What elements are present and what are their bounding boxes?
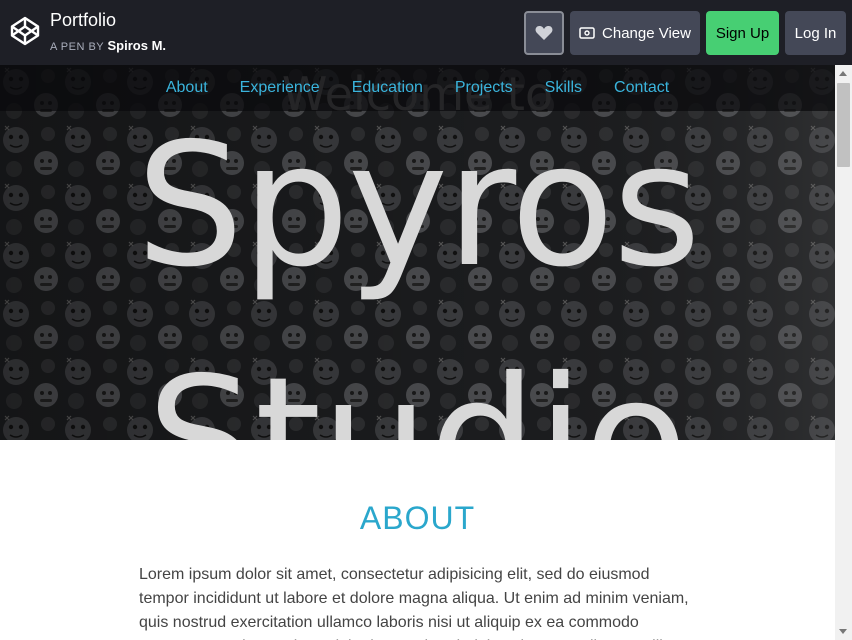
hero-name-text: Spyros — [135, 107, 701, 305]
scroll-down-arrow-icon[interactable] — [839, 629, 847, 634]
scroll-up-arrow-icon[interactable] — [839, 71, 847, 76]
nav-projects[interactable]: Projects — [455, 79, 513, 97]
pen-title[interactable]: Portfolio — [50, 10, 116, 31]
nav-skills[interactable]: Skills — [545, 79, 582, 97]
vertical-scrollbar[interactable] — [835, 65, 852, 640]
author-link[interactable]: Spiros M. — [108, 38, 167, 53]
change-view-label: Change View — [602, 24, 691, 42]
log-in-button[interactable]: Log In — [785, 11, 846, 55]
nav-contact[interactable]: Contact — [614, 79, 669, 97]
scrollbar-thumb[interactable] — [837, 83, 850, 167]
pen-preview: Welcome to Spyros Studio About Experienc… — [0, 65, 835, 640]
heart-button[interactable] — [524, 11, 564, 55]
change-view-button[interactable]: Change View — [570, 11, 700, 55]
pen-byline: A PEN BY Spiros M. — [50, 38, 166, 53]
byline-prefix: A PEN BY — [50, 41, 104, 53]
codepen-logo-icon[interactable] — [9, 15, 41, 47]
about-text: Lorem ipsum dolor sit amet, consectetur … — [139, 566, 689, 640]
site-nav: About Experience Education Projects Skil… — [0, 65, 835, 111]
eye-icon — [579, 27, 595, 39]
about-section: ABOUT Lorem ipsum dolor sit amet, consec… — [0, 440, 835, 640]
heart-icon — [535, 25, 553, 40]
codepen-header: Portfolio A PEN BY Spiros M. Change View… — [0, 0, 852, 65]
nav-education[interactable]: Education — [352, 79, 423, 97]
about-heading: ABOUT — [359, 500, 476, 536]
nav-experience[interactable]: Experience — [240, 79, 320, 97]
sign-up-button[interactable]: Sign Up — [706, 11, 779, 55]
nav-about[interactable]: About — [166, 79, 208, 97]
hero-section: Welcome to Spyros Studio About Experienc… — [0, 65, 835, 440]
hero-studio-text: Studio — [146, 341, 689, 440]
